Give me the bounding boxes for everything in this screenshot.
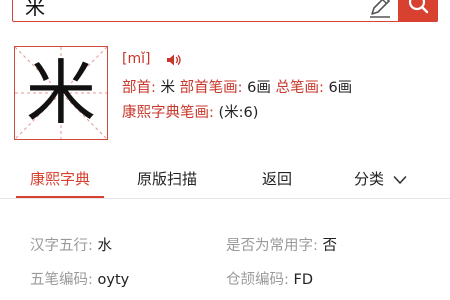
kangxi-strokes-label: 康熙字典笔画: (122, 105, 214, 121)
common-label: 是否为常用字: (226, 238, 318, 254)
detail-wuxing: 汉字五行: 水 (30, 234, 112, 255)
radical-label: 部首: (122, 80, 156, 96)
search-input[interactable]: 米 (25, 0, 45, 18)
character-glyph: 米 (26, 52, 96, 134)
speaker-icon[interactable] (166, 52, 182, 66)
tab-kangxi[interactable]: 康熙字典 (30, 168, 90, 190)
radical-strokes-value: 6画 (247, 80, 271, 96)
chevron-down-icon (393, 175, 407, 184)
total-strokes-label: 总笔画: (275, 80, 324, 96)
stroke-info: 部首: 米 部首笔画: 6画 总笔画: 6画 (122, 76, 352, 97)
kangxi-stroke-info: 康熙字典笔画: (米:6) (122, 101, 258, 122)
search-button[interactable] (398, 0, 438, 22)
radical-strokes-label: 部首笔画: (179, 80, 243, 96)
tab-category-label: 分类 (354, 170, 385, 188)
wuxing-label: 汉字五行: (30, 238, 93, 254)
wubi-label: 五笔编码: (30, 272, 93, 288)
detail-wubi: 五笔编码: oyty (30, 268, 129, 289)
total-strokes-value: 6画 (328, 80, 353, 96)
kangxi-strokes-value: (米:6) (218, 105, 259, 121)
common-value: 否 (322, 238, 338, 254)
cangjie-value: FD (293, 272, 314, 288)
tabs-divider (0, 198, 450, 199)
detail-common: 是否为常用字: 否 (226, 234, 337, 255)
pinyin: [mǐ] (122, 51, 151, 67)
wubi-value: oyty (97, 272, 130, 288)
search-icon (408, 0, 429, 14)
detail-cangjie: 仓颉编码: FD (226, 268, 313, 289)
tab-original-scan[interactable]: 原版扫描 (137, 168, 197, 190)
wuxing-value: 水 (97, 238, 113, 254)
tab-bar: 康熙字典 原版扫描 返回 分类 (0, 168, 450, 198)
character-box: 米 (14, 46, 108, 140)
search-bar[interactable]: 米 (12, 0, 438, 22)
pencil-icon[interactable] (367, 0, 393, 19)
tab-category[interactable]: 分类 (354, 168, 407, 190)
tab-back[interactable]: 返回 (262, 168, 292, 190)
cangjie-label: 仓颉编码: (226, 272, 289, 288)
radical-value: 米 (160, 80, 176, 96)
